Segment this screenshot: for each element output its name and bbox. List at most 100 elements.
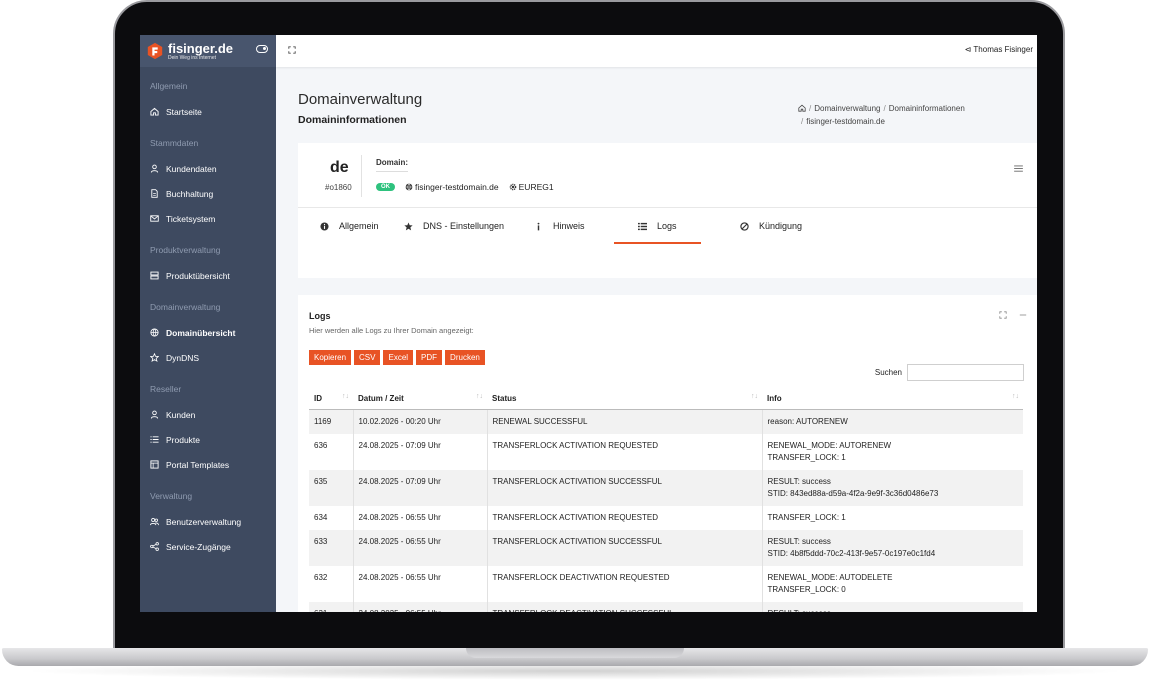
brand[interactable]: fisinger.de Dein Weg ins Internet: [140, 35, 276, 67]
tab-label: Kündigung: [759, 221, 803, 231]
tab-hinweis[interactable]: Hinweis: [534, 208, 585, 244]
search-input[interactable]: [907, 364, 1024, 381]
table-cell-status: TRANSFERLOCK ACTIVATION REQUESTED: [487, 506, 763, 530]
info-line: TRANSFER_LOCK: 1: [767, 513, 846, 522]
domain-card: de #o1860 Domain: OK fisinger-testdomain…: [298, 143, 1037, 278]
menu-icon[interactable]: [1014, 165, 1023, 172]
brand-slogan: Dein Weg ins Internet: [168, 54, 216, 61]
ban-icon: [740, 221, 749, 231]
sidebar-section-title: Allgemein: [150, 81, 188, 91]
sidebar-item-startseite[interactable]: Startseite: [140, 99, 276, 124]
table-row: 634 24.08.2025 - 06:55 Uhr TRANSFERLOCK AC…: [309, 506, 1023, 530]
breadcrumb-item[interactable]: Domaininformationen: [889, 104, 965, 113]
collapse-icon[interactable]: [1019, 311, 1027, 319]
sort-desc-icon: ↑↓: [342, 393, 349, 400]
sidebar-toggle-icon[interactable]: [256, 45, 268, 53]
sidebar-item-benutzerverwaltung[interactable]: Benutzerverwaltung: [140, 509, 276, 534]
sidebar-item-portal-templates[interactable]: Portal Templates: [140, 452, 276, 477]
sidebar-item-ticketsystem[interactable]: Ticketsystem: [140, 206, 276, 231]
table-cell-datetime: 10.02.2026 - 00:20 Uhr: [353, 409, 488, 434]
domain-registry: EUREG1: [518, 182, 554, 192]
domain-info-row: OK fisinger-testdomain.de EUREG1: [376, 182, 554, 192]
table-cell-status: TRANSFERLOCK ACTIVATION SUCCESSFUL: [487, 470, 763, 506]
user-menu[interactable]: ⊲ Thomas Fisinger: [965, 45, 1033, 54]
table-row: 1169 10.02.2026 - 00:20 Uhr RENEWAL SUCCES…: [309, 409, 1023, 434]
table-cell-id: 636: [309, 434, 354, 470]
info-line: STID: 4b8f5ddd-70c2-413f-9e57-0c197e0c1f…: [767, 549, 936, 558]
sidebar-item-label: Kunden: [166, 409, 196, 420]
print-button[interactable]: Drucken: [445, 350, 485, 365]
breadcrumb-item-current: fisinger-testdomain.de: [806, 117, 885, 126]
table-row: 63124.08.2025 - 06:55 UhrTRANSFERLOCK DE…: [309, 602, 1023, 612]
sidebar-item-label: Buchhaltung: [166, 188, 214, 199]
info-line: RESULT: success: [767, 537, 831, 546]
tab-allgemein[interactable]: Allgemein: [320, 208, 379, 244]
tab-label: Allgemein: [339, 221, 379, 231]
table-cell-datetime: 24.08.2025 - 06:55 Uhr: [353, 566, 488, 602]
search: Suchen: [875, 364, 1024, 381]
table-row: 635 24.08.2025 - 07:09 Uhr TRANSFERLOCK AC…: [309, 470, 1023, 506]
table-cell-info: reason: AUTORENEW: [762, 409, 1023, 434]
home-icon: [150, 107, 159, 116]
info-line: reason: AUTORENEW: [767, 417, 848, 426]
tab-kuendigung[interactable]: Kündigung: [740, 208, 802, 244]
logs-table: ID ↑↓ Datum / Zeit ↑↓ Status ↑↓ Info ↑↓ 1169…: [309, 387, 1023, 612]
logs-description: Hier werden alle Logs zu Ihrer Domain an…: [309, 326, 474, 335]
home-icon[interactable]: [798, 104, 806, 112]
sidebar-item-label: Kundendaten: [166, 163, 217, 174]
info-line: RENEWAL_MODE: AUTORENEW: [767, 441, 892, 450]
screen: fisinger.de Dein Weg ins Internet Allgem…: [140, 35, 1037, 612]
share-icon: [150, 542, 159, 551]
star-icon: [150, 353, 159, 362]
table-cell-datetime: 24.08.2025 - 07:09 Uhr: [353, 470, 488, 506]
search-label: Suchen: [874, 368, 902, 377]
table-cell-info: RENEWAL_MODE: AUTODELETE TRANSFER_LOCK: 0: [762, 566, 1023, 602]
sidebar-item-produktübersicht[interactable]: Produktübersicht: [140, 263, 276, 288]
sidebar-section-title: Verwaltung: [150, 491, 193, 501]
column-header-status[interactable]: Status ↑↓: [487, 387, 762, 410]
tab-logs[interactable]: Logs: [614, 208, 700, 244]
table-cell-info: TRANSFER_LOCK: 1: [762, 506, 1023, 530]
info-line: TRANSFER_LOCK: 0: [767, 585, 846, 594]
sidebar-item-kunden[interactable]: Kunden: [140, 402, 276, 427]
column-header-datetime[interactable]: Datum / Zeit ↑↓: [353, 387, 487, 410]
tab-bar: Allgemein DNS - Einstellungen Hinweis Lo…: [298, 207, 1037, 244]
excel-button[interactable]: Excel: [383, 350, 414, 365]
tab-label: DNS - Einstellungen: [423, 221, 505, 231]
csv-button[interactable]: CSV: [354, 350, 381, 365]
sidebar-item-dyndns[interactable]: DynDNS: [140, 345, 276, 370]
breadcrumb-item[interactable]: Domainverwaltung: [814, 104, 880, 113]
sidebar-item-domainübersicht[interactable]: Domainübersicht: [140, 320, 276, 345]
divider: [361, 155, 362, 197]
sidebar-item-label: Produktübersicht: [166, 270, 230, 281]
table-cell-status: TRANSFERLOCK ACTIVATION REQUESTED: [487, 434, 763, 470]
maximize-icon[interactable]: [999, 311, 1007, 319]
column-header-id[interactable]: ID ↑↓: [309, 387, 353, 410]
sidebar-item-service-zugänge[interactable]: Service-Zugänge: [140, 534, 276, 559]
list-icon: [638, 222, 647, 230]
sidebar-section-title: Reseller: [150, 384, 182, 394]
column-header-info[interactable]: Info ↑↓: [762, 387, 1023, 410]
copy-button[interactable]: Kopieren: [309, 350, 352, 365]
sidebar: fisinger.de Dein Weg ins Internet Allgem…: [140, 35, 276, 612]
sort-icon: ↑↓: [1012, 393, 1019, 400]
export-buttons: Kopieren CSV Excel PDF Drucken: [309, 350, 485, 365]
laptop-notch: [466, 648, 684, 658]
fullscreen-icon[interactable]: [288, 46, 296, 54]
column-header-label: Info: [767, 393, 782, 403]
sidebar-section-title: Produktverwaltung: [150, 245, 221, 255]
sidebar-section-title: Domainverwaltung: [150, 302, 221, 312]
info-line: RESULT: success: [767, 477, 831, 486]
pdf-button[interactable]: PDF: [416, 350, 443, 365]
sidebar-item-buchhaltung[interactable]: Buchhaltung: [140, 181, 276, 206]
table-cell-status: TRANSFERLOCK DEACTIVATION SUCCESSFUL: [487, 602, 763, 612]
list-icon: [150, 436, 159, 443]
tab-dns-einstellungen[interactable]: DNS - Einstellungen: [404, 208, 504, 244]
table-cell-info: RESULT: success STID: 4b8f5ddd-70c2-413f-…: [762, 530, 1023, 566]
table-cell-id: 631: [309, 602, 354, 612]
info-line: RESULT: success: [768, 608, 1019, 612]
sidebar-item-produkte[interactable]: Produkte: [140, 427, 276, 452]
sidebar-item-label: Ticketsystem: [166, 213, 216, 224]
sidebar-item-kundendaten[interactable]: Kundendaten: [140, 156, 276, 181]
users-icon: [150, 518, 159, 526]
